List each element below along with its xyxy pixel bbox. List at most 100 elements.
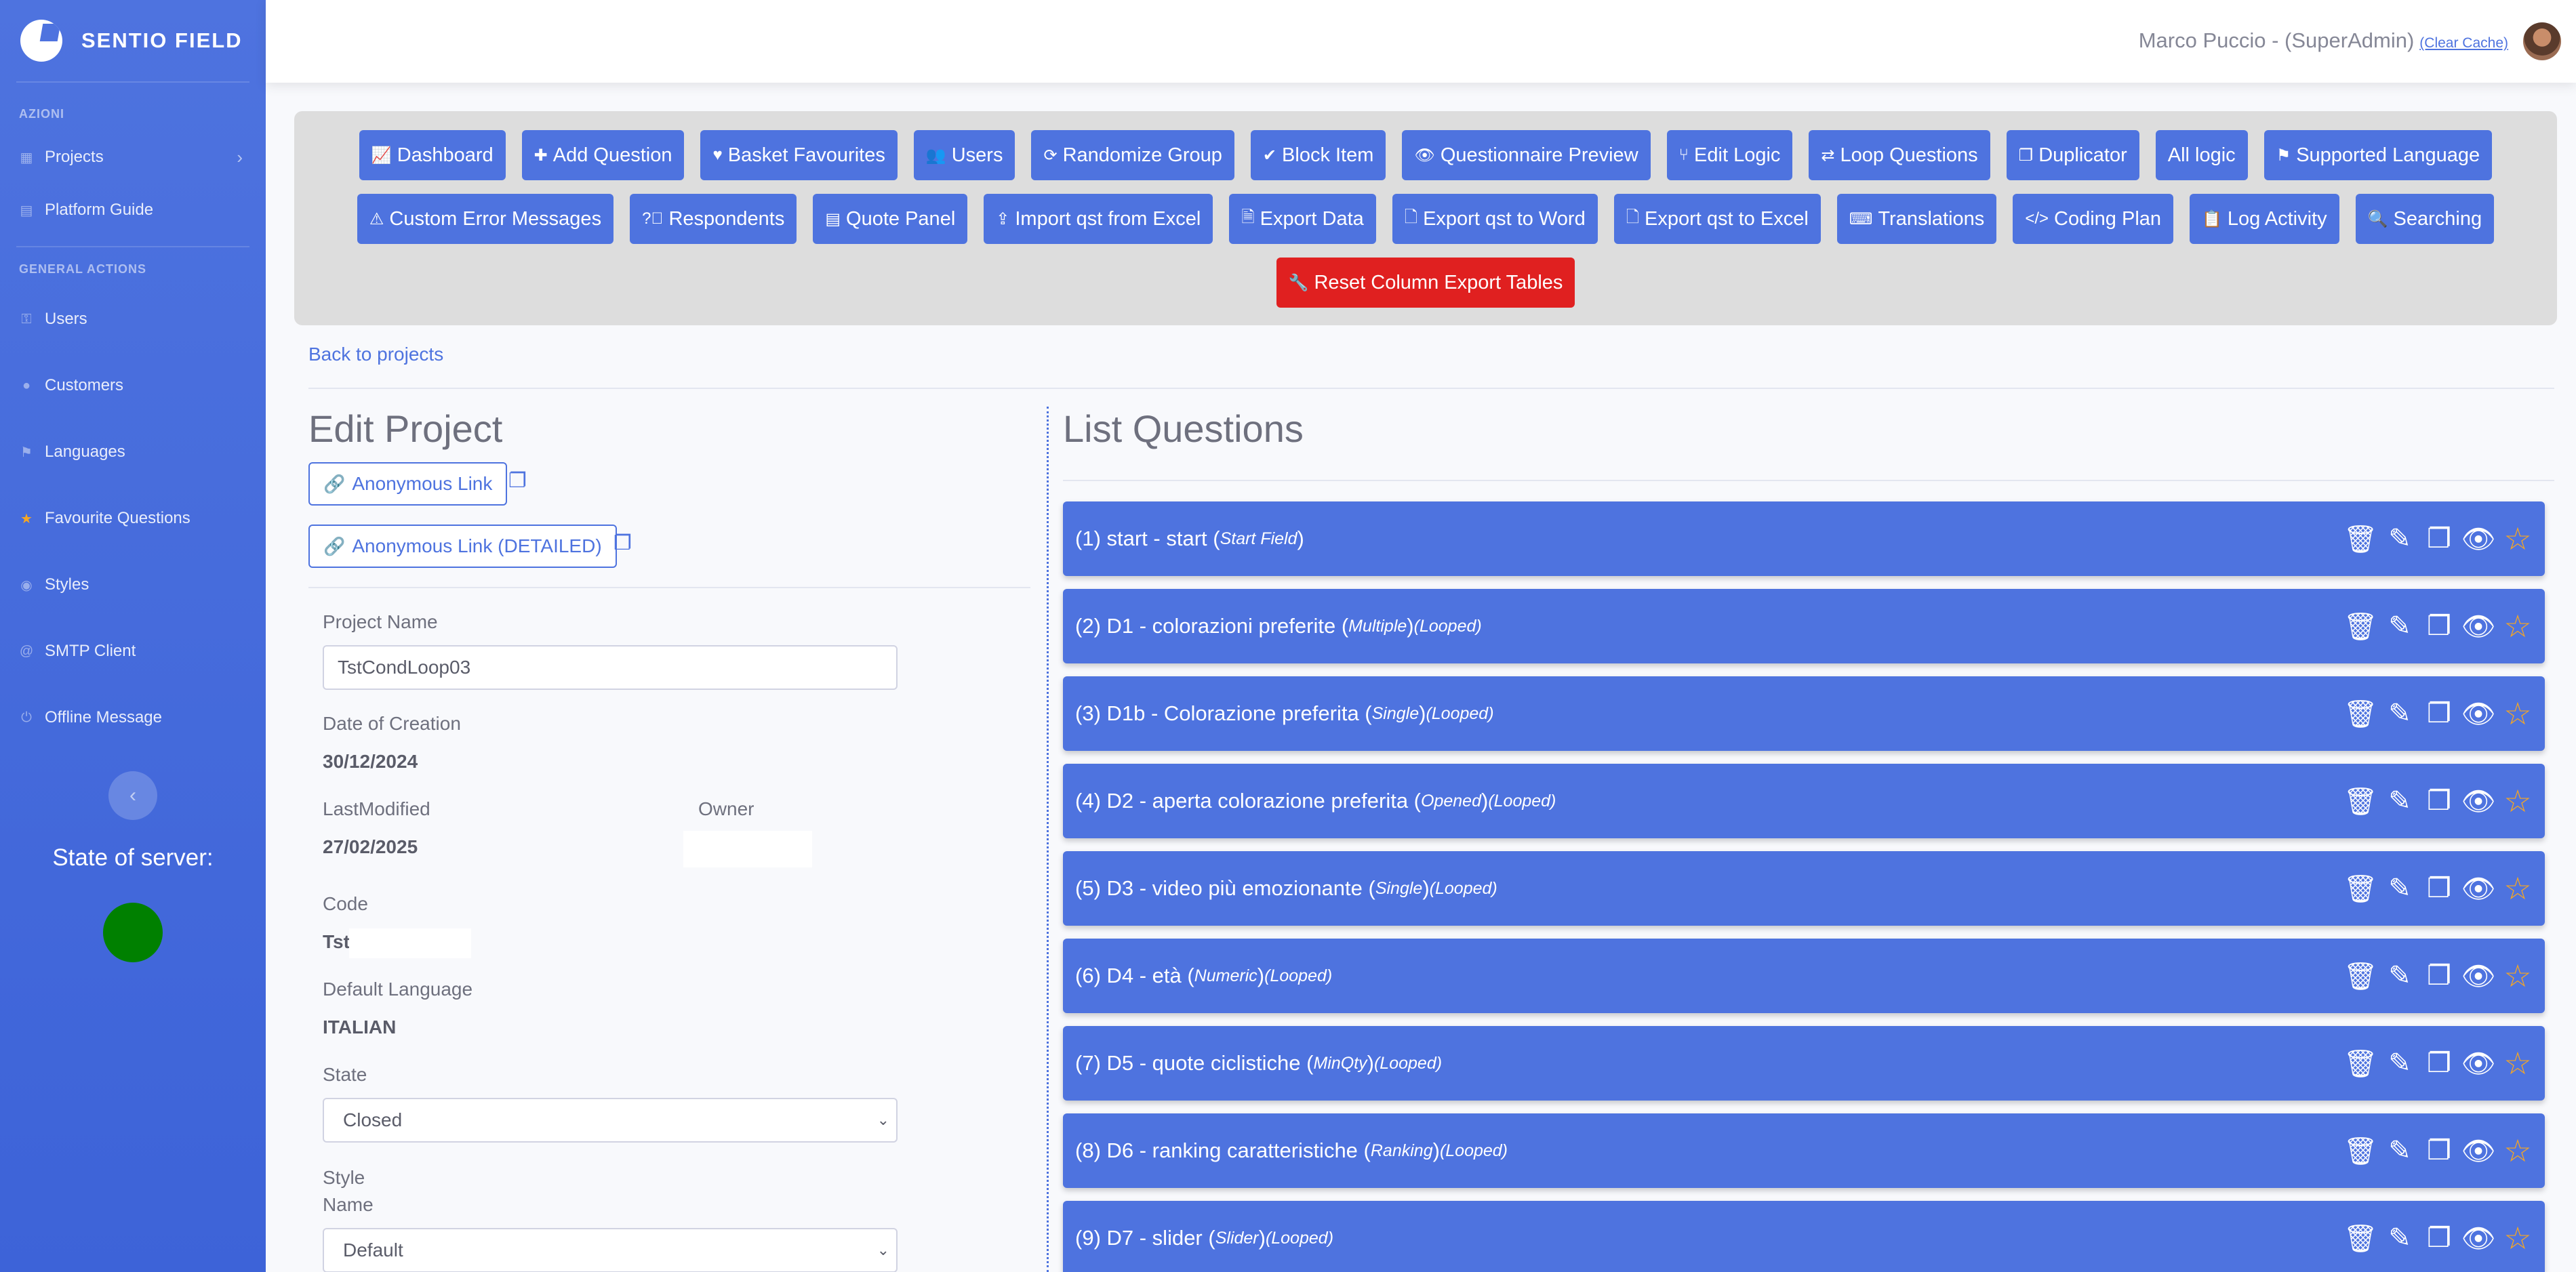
edit-icon[interactable]: ✎ <box>2385 1134 2415 1168</box>
star-icon[interactable]: ☆ <box>2503 696 2533 731</box>
copy-icon[interactable]: ❐ <box>2424 697 2454 731</box>
question-row[interactable]: (4) D2 - aperta colorazione preferita (O… <box>1063 764 2545 838</box>
copy-icon[interactable]: ❐ <box>2424 871 2454 905</box>
reset-column-export-tables-button[interactable]: 🔧 Reset Column Export Tables <box>1276 258 1575 308</box>
copy-icon[interactable]: ❐ <box>2424 522 2454 556</box>
sidebar-item-smtp-client[interactable]: @ SMTP Client <box>0 618 266 684</box>
star-icon[interactable]: ☆ <box>2503 1220 2533 1256</box>
respondents-button[interactable]: ?⃝ Respondents <box>630 194 797 244</box>
star-icon[interactable]: ☆ <box>2503 609 2533 644</box>
users-button[interactable]: 👥 Users <box>913 130 1015 180</box>
all-logic-button[interactable]: All logic <box>2155 130 2248 180</box>
add-question-button[interactable]: ✚ Add Question <box>521 130 685 180</box>
eye-icon[interactable]: 👁 <box>2461 1134 2496 1168</box>
eye-icon[interactable]: 👁 <box>2461 784 2496 818</box>
edit-icon[interactable]: ✎ <box>2385 1221 2415 1255</box>
sidebar-item-favourite-questions[interactable]: ★ Favourite Questions <box>0 485 266 552</box>
question-row[interactable]: (7) D5 - quote ciclistiche (MinQty) (Loop… <box>1063 1026 2545 1101</box>
question-row[interactable]: (5) D3 - video più emozionante (Single)(… <box>1063 851 2545 926</box>
sidebar-toggle-button[interactable]: ‹ <box>108 771 157 820</box>
copy-icon[interactable]: ❐ <box>2424 1221 2454 1255</box>
edit-icon[interactable]: ✎ <box>2385 784 2415 818</box>
copy-icon[interactable]: ❐ <box>613 531 632 555</box>
eye-icon[interactable]: 👁 <box>2461 871 2496 905</box>
sidebar-item-projects[interactable]: ▦ Projects › <box>0 131 266 184</box>
copy-icon[interactable]: ❐ <box>2424 609 2454 643</box>
trash-icon[interactable]: 🗑 <box>2343 697 2378 731</box>
sidebar-item-offline-message[interactable]: ⏻ Offline Message <box>0 684 266 751</box>
anonymous-link-detailed-button[interactable]: 🔗 Anonymous Link (DETAILED) <box>308 525 617 568</box>
supported-language-button[interactable]: ⚑ Supported Language <box>2263 130 2493 180</box>
duplicator-button[interactable]: ❐ Duplicator <box>2006 130 2139 180</box>
edit-icon[interactable]: ✎ <box>2385 1046 2415 1080</box>
edit-logic-button[interactable]: ⑂ Edit Logic <box>1666 130 1793 180</box>
eye-icon[interactable]: 👁 <box>2461 522 2496 556</box>
export-qst-to-word-button[interactable]: 🗋 Export qst to Word <box>1392 194 1598 244</box>
brand[interactable]: SENTIO FIELD <box>0 0 266 81</box>
sidebar-item-platform-guide[interactable]: ▤ Platform Guide <box>0 184 266 237</box>
trash-icon[interactable]: 🗑 <box>2343 871 2378 905</box>
import-qst-from-excel-button[interactable]: ⇪ Import qst from Excel <box>984 194 1213 244</box>
star-icon[interactable]: ☆ <box>2503 1046 2533 1081</box>
edit-icon[interactable]: ✎ <box>2385 609 2415 643</box>
star-icon[interactable]: ☆ <box>2503 783 2533 819</box>
trash-icon[interactable]: 🗑 <box>2343 609 2378 643</box>
question-row[interactable]: (1) start - start (Start Field) 🗑 ✎ ❐ 👁 ☆ <box>1063 501 2545 576</box>
eye-icon[interactable]: 👁 <box>2461 1221 2496 1255</box>
star-icon[interactable]: ☆ <box>2503 871 2533 906</box>
export-qst-to-excel-button[interactable]: 🗋 Export qst to Excel <box>1613 194 1821 244</box>
style-name-select[interactable]: Default ⌄ <box>323 1228 898 1272</box>
question-row[interactable]: (2) D1 - colorazioni preferite (Multiple… <box>1063 589 2545 663</box>
trash-icon[interactable]: 🗑 <box>2343 959 2378 993</box>
trash-icon[interactable]: 🗑 <box>2343 784 2378 818</box>
basket-favourites-button[interactable]: ♥ Basket Favourites <box>700 130 898 180</box>
edit-icon[interactable]: ✎ <box>2385 871 2415 905</box>
loop-questions-button[interactable]: ⇄ Loop Questions <box>1809 130 1990 180</box>
clear-cache-link[interactable]: (Clear Cache) <box>2419 35 2508 52</box>
project-name-input[interactable]: TstCondLoop03 <box>323 645 898 690</box>
copy-icon[interactable]: ❐ <box>508 469 527 493</box>
sidebar-item-styles[interactable]: ◉ Styles <box>0 552 266 618</box>
eye-icon[interactable]: 👁 <box>2461 697 2496 731</box>
sidebar-item-users[interactable]: ⚿ Users <box>0 286 266 352</box>
back-to-projects-link[interactable]: Back to projects <box>308 344 443 365</box>
copy-icon[interactable]: ❐ <box>2424 784 2454 818</box>
state-select[interactable]: Closed ⌄ <box>323 1098 898 1143</box>
star-icon[interactable]: ☆ <box>2503 1133 2533 1168</box>
questionnaire-preview-button[interactable]: 👁 Questionnaire Preview <box>1402 130 1651 180</box>
export-data-button[interactable]: 🗎 Export Data <box>1229 194 1376 244</box>
copy-icon[interactable]: ❐ <box>2424 1134 2454 1168</box>
edit-icon[interactable]: ✎ <box>2385 959 2415 993</box>
quote-panel-button[interactable]: ▤ Quote Panel <box>813 194 968 244</box>
sidebar-item-customers[interactable]: ● Customers <box>0 352 266 419</box>
eye-icon[interactable]: 👁 <box>2461 1046 2496 1080</box>
log-activity-button[interactable]: 📋 Log Activity <box>2190 194 2339 244</box>
star-icon[interactable]: ☆ <box>2503 521 2533 556</box>
dashboard-button[interactable]: 📈 Dashboard <box>359 130 506 180</box>
question-row[interactable]: (9) D7 - slider (Slider) (Looped) 🗑 ✎ ❐ 👁 ☆ <box>1063 1201 2545 1272</box>
randomize-group-button[interactable]: ⟳ Randomize Group <box>1031 130 1234 180</box>
question-row[interactable]: (8) D6 - ranking caratteristiche (Rankin… <box>1063 1113 2545 1188</box>
block-item-button[interactable]: ✔ Block Item <box>1250 130 1386 180</box>
eye-icon[interactable]: 👁 <box>2461 959 2496 993</box>
custom-error-messages-button[interactable]: ⚠ Custom Error Messages <box>357 194 614 244</box>
trash-icon[interactable]: 🗑 <box>2343 1134 2378 1168</box>
star-icon[interactable]: ☆ <box>2503 958 2533 993</box>
copy-icon[interactable]: ❐ <box>2424 1046 2454 1080</box>
translations-button[interactable]: ⌨ Translations <box>1836 194 1997 244</box>
anonymous-link-button[interactable]: 🔗 Anonymous Link <box>308 462 508 506</box>
copy-icon[interactable]: ❐ <box>2424 959 2454 993</box>
trash-icon[interactable]: 🗑 <box>2343 522 2378 556</box>
trash-icon[interactable]: 🗑 <box>2343 1046 2378 1080</box>
edit-icon[interactable]: ✎ <box>2385 697 2415 731</box>
sidebar-item-languages[interactable]: ⚑ Languages <box>0 419 266 485</box>
question-row[interactable]: (6) D4 - età (Numeric) (Looped) 🗑 ✎ ❐ 👁 ☆ <box>1063 939 2545 1013</box>
button-label: Translations <box>1878 207 1985 230</box>
edit-icon[interactable]: ✎ <box>2385 522 2415 556</box>
avatar[interactable] <box>2523 22 2561 60</box>
eye-icon[interactable]: 👁 <box>2461 609 2496 643</box>
coding-plan-button[interactable]: </> Coding Plan <box>2013 194 2174 244</box>
searching-button[interactable]: 🔍 Searching <box>2355 194 2495 244</box>
question-row[interactable]: (3) D1b - Colorazione preferita (Single)… <box>1063 676 2545 751</box>
trash-icon[interactable]: 🗑 <box>2343 1221 2378 1255</box>
